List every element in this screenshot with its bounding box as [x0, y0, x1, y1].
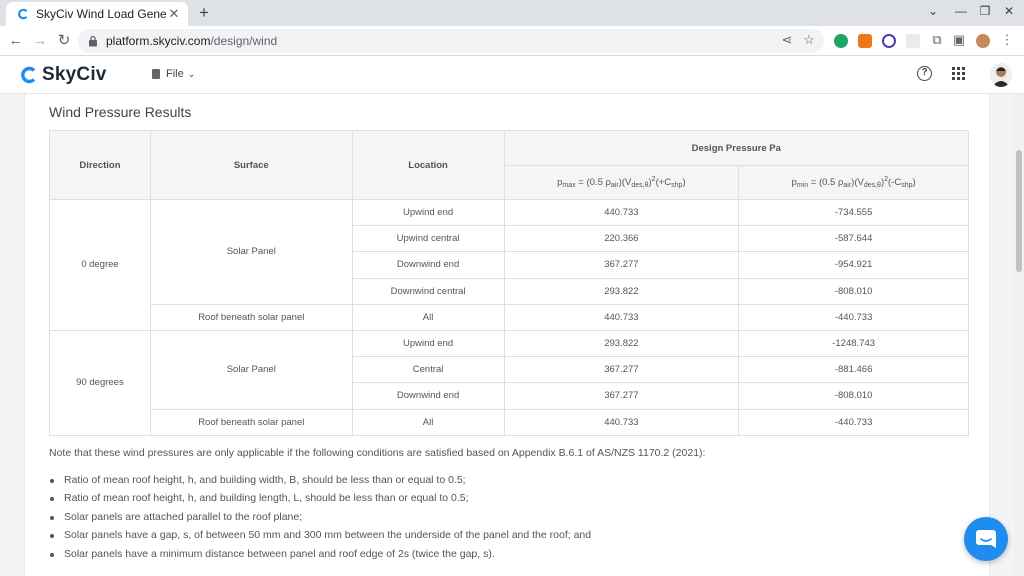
- file-menu-label: File: [166, 68, 184, 80]
- restore-icon[interactable]: ❐: [974, 4, 996, 18]
- pmax-cell: 440.733: [503, 198, 740, 227]
- pmax-cell: 440.733: [503, 303, 740, 331]
- brand-name: SkyCiv: [42, 64, 107, 85]
- header-direction: Direction: [49, 130, 151, 200]
- list-item: Ratio of mean roof height, h, and buildi…: [49, 474, 591, 492]
- pmin-cell: -954.921: [738, 251, 969, 279]
- direction-cell: 0 degree: [49, 199, 151, 331]
- page-scrollbar[interactable]: [1014, 94, 1024, 576]
- back-arrow-icon[interactable]: ←: [6, 32, 26, 50]
- user-avatar[interactable]: [990, 63, 1012, 87]
- skyciv-logo-icon: [21, 66, 36, 84]
- list-item: Solar panels have a minimum distance bet…: [49, 548, 591, 566]
- reload-icon[interactable]: ↻: [54, 32, 74, 50]
- apps-grid-icon[interactable]: [952, 67, 966, 81]
- pmin-cell: -881.466: [738, 356, 969, 384]
- grammarly-extension-icon[interactable]: [834, 34, 848, 48]
- header-pmax: pmax = (0.5 ρair)(Vdes,θ)2(+Cshp): [503, 165, 740, 200]
- direction-cell: 90 degrees: [49, 329, 151, 436]
- header-surface: Surface: [149, 130, 353, 200]
- location-cell: Downwind central: [351, 277, 505, 305]
- profile-avatar-icon[interactable]: [976, 34, 990, 48]
- pmin-cell: -587.644: [738, 225, 969, 253]
- new-tab-icon[interactable]: +: [194, 3, 214, 23]
- scrollbar-thumb[interactable]: [1016, 150, 1022, 272]
- location-cell: Central: [351, 356, 505, 384]
- chat-support-button[interactable]: [964, 517, 1008, 561]
- header-location: Location: [351, 130, 505, 200]
- file-icon: [152, 69, 160, 79]
- extension-icon[interactable]: [882, 34, 896, 48]
- location-cell: All: [351, 408, 505, 436]
- list-item: Solar panels are attached parallel to th…: [49, 511, 591, 529]
- location-cell: Downwind end: [351, 382, 505, 410]
- pmin-cell: -440.733: [738, 408, 969, 436]
- lock-icon: [89, 35, 97, 47]
- location-cell: All: [351, 303, 505, 331]
- skyciv-favicon-icon: [16, 7, 30, 21]
- applicability-note: Note that these wind pressures are only …: [49, 447, 706, 459]
- browser-toolbar: ← → ↻ platform.skyciv.com/design/wind ⋖ …: [0, 26, 1024, 56]
- help-icon[interactable]: ?: [917, 66, 932, 81]
- minimize-icon[interactable]: —: [950, 4, 972, 18]
- address-bar[interactable]: platform.skyciv.com/design/wind: [78, 29, 824, 53]
- section-title: Wind Pressure Results: [49, 104, 192, 120]
- list-item: Solar panels have a gap, s, of between 5…: [49, 529, 591, 547]
- pmax-cell: 367.277: [503, 356, 740, 384]
- close-tab-icon[interactable]: ✕: [166, 6, 182, 22]
- location-cell: Upwind central: [351, 225, 505, 253]
- table-row: 0 degree Solar Panel Upwind end 440.733 …: [49, 198, 969, 331]
- header-pmin: pmin = (0.5 ρair)(Vdes,θ)2(-Cshp): [738, 165, 969, 200]
- puzzle-icon[interactable]: ⧉: [928, 32, 946, 48]
- pmax-cell: 293.822: [503, 329, 740, 358]
- pmax-cell: 367.277: [503, 382, 740, 410]
- pmax-cell: 220.366: [503, 225, 740, 253]
- chevron-down-icon: ⌄: [187, 68, 196, 79]
- list-item: Ratio of mean roof height, h, and buildi…: [49, 492, 591, 510]
- location-cell: Upwind end: [351, 329, 505, 358]
- browser-tabstrip: SkyCiv Wind Load Generat ✕ + ⌄ — ❐ ✕: [0, 0, 1024, 26]
- url-path: /design/wind: [210, 34, 278, 48]
- table-row: 90 degrees Solar Panel Upwind end 293.82…: [49, 329, 969, 436]
- close-window-icon[interactable]: ✕: [998, 4, 1020, 18]
- share-icon[interactable]: ⋖: [778, 32, 796, 48]
- results-card: Wind Pressure Results Direction Surface …: [24, 94, 990, 576]
- conditions-list: Ratio of mean roof height, h, and buildi…: [49, 474, 591, 566]
- forward-arrow-icon[interactable]: →: [30, 32, 50, 50]
- file-menu-button[interactable]: File ⌄: [152, 68, 195, 80]
- pmin-cell: -1248.743: [738, 329, 969, 358]
- app-header: SkyCiv File ⌄ ?: [0, 56, 1024, 94]
- pmax-cell: 293.822: [503, 277, 740, 305]
- pmax-cell: 440.733: [503, 408, 740, 436]
- surface-cell: Roof beneath solar panel: [149, 303, 353, 331]
- kebab-menu-icon[interactable]: ⋮: [998, 32, 1016, 48]
- chat-bubble-icon: [976, 530, 996, 548]
- location-cell: Downwind end: [351, 251, 505, 279]
- wind-pressure-table: Direction Surface Location Design Pressu…: [49, 130, 969, 436]
- pmax-cell: 367.277: [503, 251, 740, 279]
- surface-cell: Roof beneath solar panel: [149, 408, 353, 436]
- pmin-cell: -808.010: [738, 277, 969, 305]
- star-icon[interactable]: ☆: [800, 32, 818, 48]
- browser-tab[interactable]: SkyCiv Wind Load Generat ✕: [6, 2, 188, 26]
- surface-cell: Solar Panel: [149, 329, 353, 410]
- surface-cell: Solar Panel: [149, 199, 353, 305]
- sidebar-icon[interactable]: ▣: [950, 32, 968, 48]
- table-row: Roof beneath solar panel All 440.733 -44…: [50, 303, 969, 331]
- tab-title: SkyCiv Wind Load Generat: [36, 7, 166, 21]
- header-design-pressure: Design Pressure Pa: [503, 130, 969, 166]
- pmin-cell: -734.555: [738, 198, 969, 227]
- location-cell: Upwind end: [351, 198, 505, 227]
- pmin-cell: -440.733: [738, 303, 969, 331]
- table-row: Roof beneath solar panel All 440.733 -44…: [50, 408, 969, 436]
- metamask-extension-icon[interactable]: [858, 34, 872, 48]
- extension-blank-icon[interactable]: [906, 34, 920, 48]
- pmin-cell: -808.010: [738, 382, 969, 410]
- skyciv-logo[interactable]: SkyCiv: [20, 64, 107, 86]
- url-text: platform.skyciv.com/design/wind: [106, 34, 277, 48]
- url-host: platform.skyciv.com: [106, 34, 211, 48]
- tab-search-chevron-icon[interactable]: ⌄: [922, 4, 944, 18]
